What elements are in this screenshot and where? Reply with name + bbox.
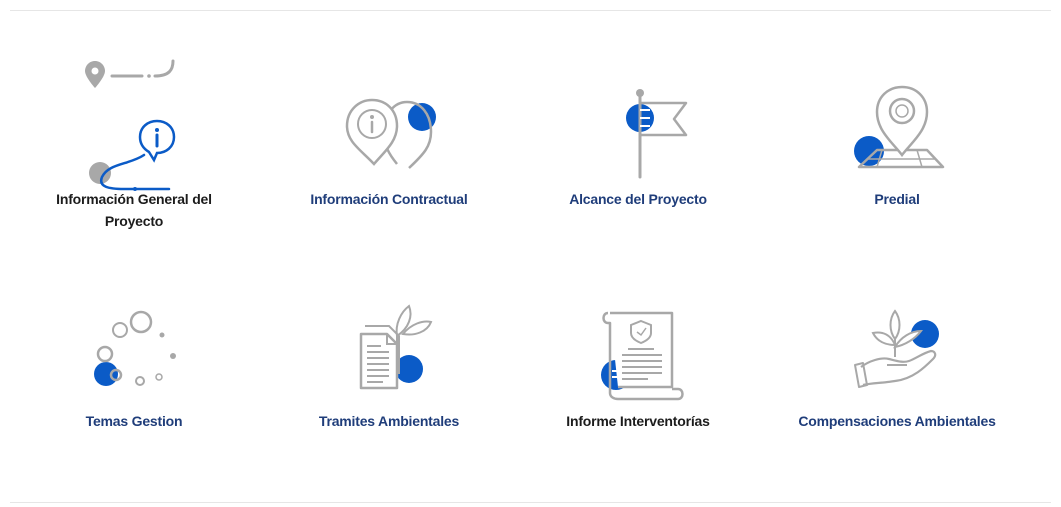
tile-predial[interactable]: Predial (797, 85, 997, 220)
tile-label: Compensaciones Ambientales (798, 413, 996, 429)
tile-label: Temas Gestion (85, 413, 183, 429)
tile-label: Predial (874, 191, 920, 207)
tile-label: Información General del Proyecto (56, 191, 212, 229)
tile-informacion-general[interactable]: Información General del Proyecto (34, 55, 234, 235)
tile-label: Informe Interventorías (566, 413, 710, 429)
tile-label: Alcance del Proyecto (569, 191, 707, 207)
tile-label: Información Contractual (310, 191, 468, 207)
tile-tramites-ambientales[interactable]: Tramites Ambientales (289, 300, 489, 440)
hand-plant-icon (854, 309, 939, 388)
tile-alcance-proyecto[interactable]: Alcance del Proyecto (538, 85, 738, 220)
tile-informe-interventorias[interactable]: Informe Interventorías (538, 305, 738, 440)
top-divider (10, 10, 1051, 11)
tile-temas-gestion[interactable]: Temas Gestion (34, 305, 234, 440)
tile-compensaciones-ambientales[interactable]: Compensaciones Ambientales (797, 305, 997, 460)
bottom-divider (10, 502, 1051, 503)
tile-informacion-contractual[interactable]: Información Contractual (289, 90, 489, 220)
tile-label: Tramites Ambientales (318, 413, 460, 429)
